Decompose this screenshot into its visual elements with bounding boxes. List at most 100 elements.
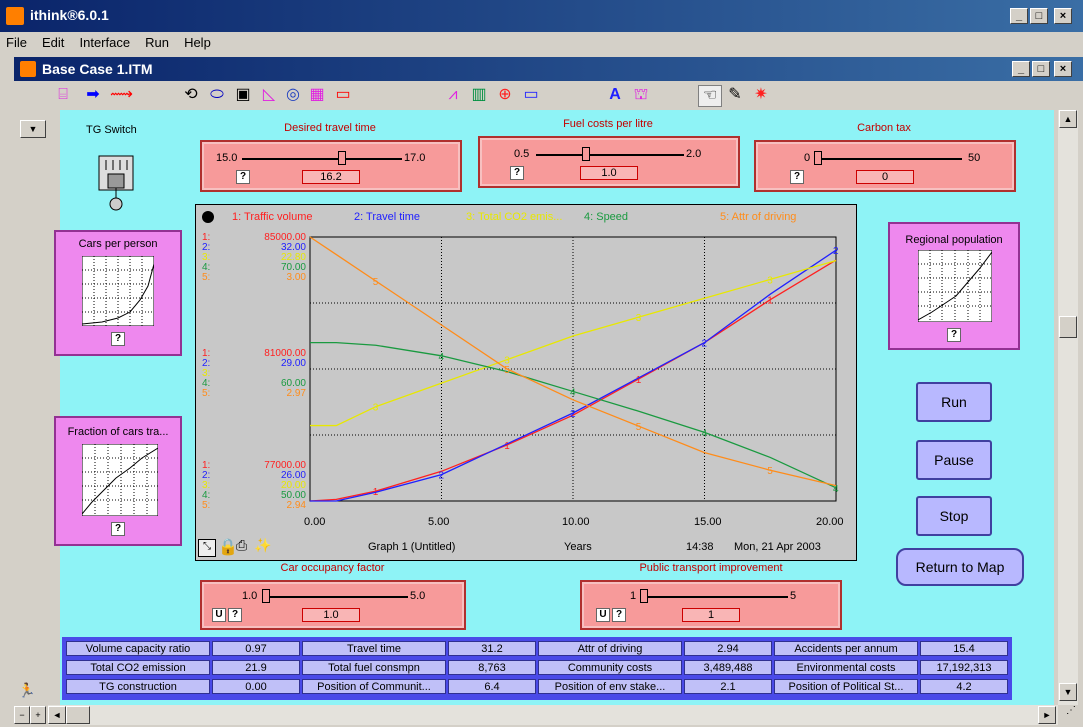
hand-tool-icon[interactable]: ☜	[698, 85, 722, 107]
slider-tool-icon[interactable]: ▭	[332, 85, 354, 105]
slider-thumb[interactable]	[582, 147, 590, 161]
help-button[interactable]: ?	[790, 170, 804, 184]
switch-tool-icon[interactable]: ▣	[232, 85, 254, 105]
doc-maximize-button[interactable]: □	[1032, 61, 1050, 77]
horizontal-scrollbar[interactable]: ◄ ►	[48, 705, 1058, 725]
series-marker-2: 2	[570, 409, 576, 420]
scroll-left-button[interactable]: ◄	[48, 706, 66, 724]
close-button[interactable]: ×	[1054, 8, 1072, 24]
zoom-out-button[interactable]: −	[14, 706, 30, 724]
graph-nav-icon[interactable]: ⤡	[198, 539, 216, 557]
flow-tool-icon[interactable]: ➡	[82, 85, 104, 105]
menu-help[interactable]: Help	[178, 32, 217, 53]
pause-button[interactable]: Pause	[916, 440, 992, 480]
zoom-in-button[interactable]: +	[30, 706, 46, 724]
wand-icon[interactable]: ✨	[254, 537, 271, 554]
public-transport-slider[interactable]: 1 5 U ? 1	[580, 580, 842, 630]
scroll-right-button[interactable]: ►	[1038, 706, 1056, 724]
help-button[interactable]: ?	[111, 332, 125, 346]
tg-switch[interactable]	[96, 152, 136, 212]
slider-thumb[interactable]	[640, 589, 648, 603]
series-marker-2: 2	[702, 339, 708, 350]
slider-thumb[interactable]	[338, 151, 346, 165]
resize-grip[interactable]: ⋰	[1062, 705, 1080, 725]
slider-value[interactable]: 1	[682, 608, 740, 622]
desired-travel-time-slider[interactable]: 15.0 17.0 ? 16.2	[200, 140, 462, 192]
x-tick: 5.00	[428, 516, 450, 528]
slider-track[interactable]	[814, 158, 962, 160]
slider-track[interactable]	[640, 596, 788, 598]
help-button[interactable]: ?	[111, 522, 125, 536]
graph-pad[interactable]: 1: Traffic volume 2: Travel time 3: Tota…	[195, 204, 857, 561]
fraction-cars-gf[interactable]: Fraction of cars tra... ?	[54, 416, 182, 546]
table-tool-icon[interactable]: ▥	[468, 85, 490, 105]
graph-tool-icon[interactable]: ⩘	[442, 85, 464, 105]
desired-travel-time-title: Desired travel time	[284, 122, 376, 134]
app-logo-icon	[6, 7, 24, 25]
menu-edit[interactable]: Edit	[36, 32, 70, 53]
carbon-tax-slider[interactable]: 0 50 ? 0	[754, 140, 1016, 192]
scroll-h-thumb[interactable]	[66, 706, 90, 724]
list-input-tool-icon[interactable]: ▦	[306, 85, 328, 105]
minimize-button[interactable]: _	[1010, 8, 1028, 24]
meter-tool-icon[interactable]: ⊕	[494, 85, 516, 105]
slider-value[interactable]: 1.0	[302, 608, 360, 622]
doc-minimize-button[interactable]: _	[1012, 61, 1030, 77]
return-to-map-button[interactable]: Return to Map	[896, 548, 1024, 586]
document-logo-icon	[20, 61, 36, 77]
maximize-button[interactable]: □	[1030, 8, 1048, 24]
regional-population-gf[interactable]: Regional population ?	[888, 222, 1020, 350]
u-button[interactable]: U	[596, 608, 610, 622]
dynamite-tool-icon[interactable]: ✷	[750, 85, 772, 105]
run-figure-icon[interactable]: 🏃	[18, 682, 38, 700]
doc-close-button[interactable]: ×	[1054, 61, 1072, 77]
app-titlebar: ithink®6.0.1 _ □ ×	[0, 0, 1083, 32]
menu-file[interactable]: File	[0, 32, 33, 53]
cars-per-person-gf[interactable]: Cars per person ?	[54, 230, 182, 356]
slider-thumb[interactable]	[262, 589, 270, 603]
lock-icon[interactable]: 🔒	[218, 537, 238, 557]
menu-run[interactable]: Run	[139, 32, 175, 53]
button-tool-icon[interactable]: ⬭	[206, 85, 228, 105]
help-button[interactable]: ?	[947, 328, 961, 342]
gf-plot	[918, 250, 992, 322]
stop-button[interactable]: Stop	[916, 496, 992, 536]
help-button[interactable]: ?	[228, 608, 242, 622]
slider-value[interactable]: 1.0	[580, 166, 638, 180]
numeric-display-tool-icon[interactable]: ▭	[520, 85, 542, 105]
slider-thumb[interactable]	[814, 151, 822, 165]
text-tool-icon[interactable]: A	[604, 85, 626, 105]
slider-track[interactable]	[264, 596, 408, 598]
scroll-thumb[interactable]	[1059, 316, 1077, 338]
fuel-costs-slider[interactable]: 0.5 2.0 ? 1.0	[478, 136, 740, 188]
scroll-up-button[interactable]: ▲	[1059, 110, 1077, 128]
slider-track[interactable]	[242, 158, 402, 160]
slider-value[interactable]: 16.2	[302, 170, 360, 184]
module-tool-icon[interactable]: ⟲	[180, 85, 202, 105]
slider-value[interactable]: 0	[856, 170, 914, 184]
vertical-scrollbar[interactable]: ▲ ▼	[1058, 110, 1078, 705]
run-button[interactable]: Run	[916, 382, 992, 422]
car-occupancy-slider[interactable]: 1.0 5.0 U ? 1.0	[200, 580, 466, 630]
knob-tool-icon[interactable]: ◎	[282, 85, 304, 105]
navigate-down-button[interactable]: ▼	[20, 120, 46, 138]
series-marker-4: 4	[570, 387, 576, 398]
menu-interface[interactable]: Interface	[73, 32, 136, 53]
print-icon[interactable]: ⎙	[236, 537, 247, 554]
table-cell-label: Travel time	[302, 641, 446, 656]
table-cell-value: 2.94	[684, 641, 772, 656]
graphical-input-tool-icon[interactable]: ◺	[258, 85, 280, 105]
scroll-down-button[interactable]: ▼	[1059, 683, 1077, 701]
picture-tool-icon[interactable]: ⛫	[630, 85, 652, 105]
slider-track[interactable]	[536, 154, 684, 156]
help-button[interactable]: ?	[612, 608, 626, 622]
u-button[interactable]: U	[212, 608, 226, 622]
help-button[interactable]: ?	[510, 166, 524, 180]
paintbrush-tool-icon[interactable]: ✎	[724, 85, 746, 105]
slider-min: 0	[804, 152, 811, 164]
table-cell-value: 21.9	[212, 660, 300, 675]
x-tick: 20.00	[816, 516, 844, 528]
help-button[interactable]: ?	[236, 170, 250, 184]
stock-tool-icon[interactable]: ⌸	[52, 85, 74, 105]
connector-tool-icon[interactable]: ⟿	[110, 85, 133, 105]
